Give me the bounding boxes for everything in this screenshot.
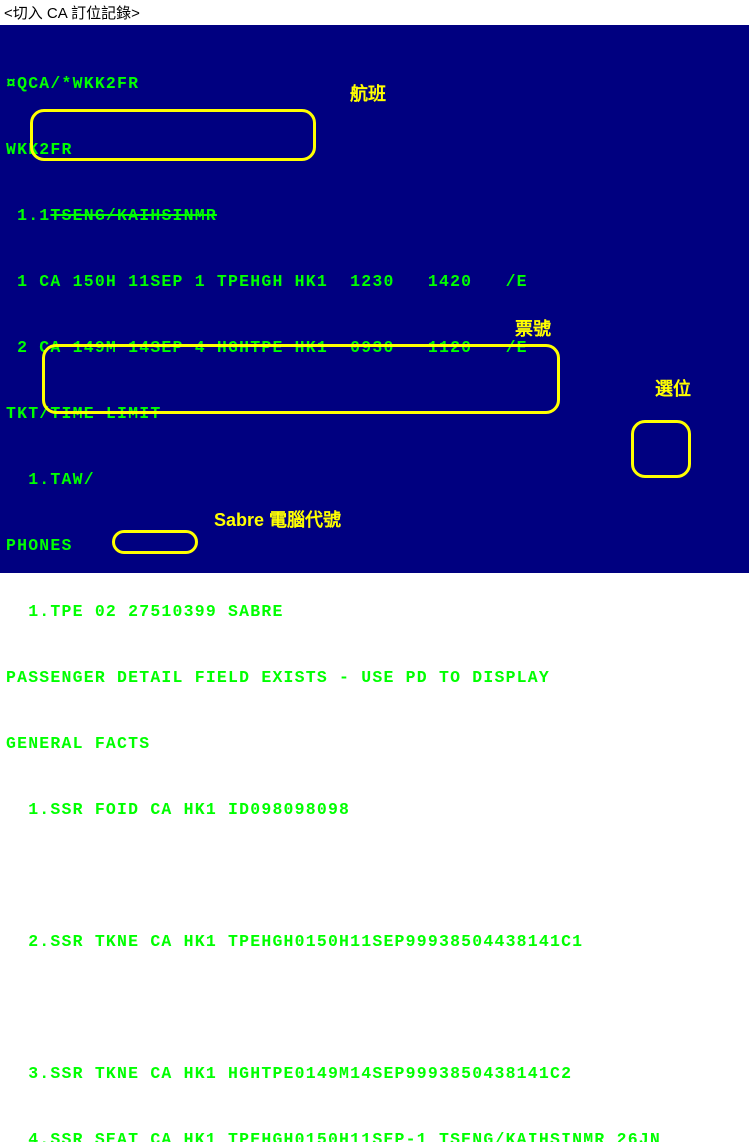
passenger-prefix: 1.1 [6, 206, 50, 225]
term-line-ssr-seat-1: 4.SSR SEAT CA HK1 TPEHGH0150H11SEP-1 TSE… [6, 1129, 743, 1142]
term-line-ssr-tkne-1: 2.SSR TKNE CA HK1 TPEHGH0150H11SEP999385… [6, 931, 743, 953]
term-line-phone-1: 1.TPE 02 27510399 SABRE [6, 601, 743, 623]
passenger-name-strikethrough: TSENG/KAIHSINMR [50, 206, 217, 225]
term-line-blank-1 [6, 865, 743, 887]
term-line-passenger: 1.1TSENG/KAIHSINMR [6, 205, 743, 227]
term-line-pax-detail: PASSENGER DETAIL FIELD EXISTS - USE PD T… [6, 667, 743, 689]
term-line-genfacts-header: GENERAL FACTS [6, 733, 743, 755]
page-title: <切入 CA 訂位記錄> [0, 0, 749, 25]
terminal-screen: ¤QCA/*WKK2FR WKK2FR 1.1TSENG/KAIHSINMR 1… [0, 25, 749, 573]
annotation-flight: 航班 [350, 80, 386, 106]
highlight-box-sabre [112, 530, 198, 554]
annotation-seat: 選位 [655, 375, 691, 401]
highlight-box-seat [631, 420, 691, 478]
highlight-box-flight [30, 109, 316, 161]
term-line-ssr-foid: 1.SSR FOID CA HK1 ID098098098 [6, 799, 743, 821]
term-line-taw: 1.TAW/ [6, 469, 743, 491]
term-line-flight-1: 1 CA 150H 11SEP 1 TPEHGH HK1 1230 1420 /… [6, 271, 743, 293]
annotation-ticket: 票號 [515, 315, 551, 341]
highlight-box-ticket [42, 344, 560, 414]
term-line-blank-2 [6, 997, 743, 1019]
annotation-sabre: Sabre 電腦代號 [214, 506, 341, 532]
term-line-ssr-tkne-2: 3.SSR TKNE CA HK1 HGHTPE0149M14SEP999385… [6, 1063, 743, 1085]
